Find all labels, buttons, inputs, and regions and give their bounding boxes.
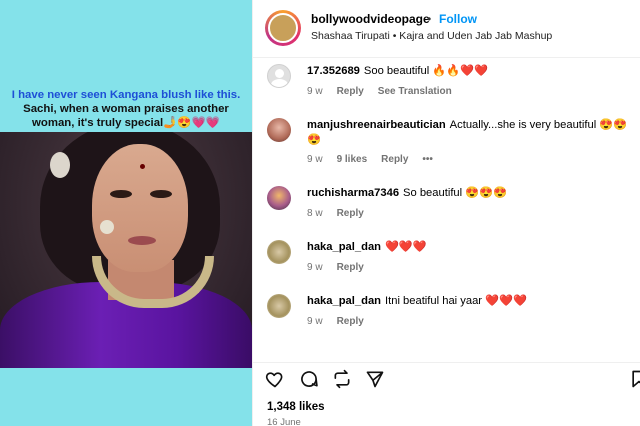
reply-button[interactable]: Reply (381, 154, 408, 165)
default-avatar[interactable] (267, 64, 291, 88)
bindi (140, 164, 145, 169)
comment-likes[interactable]: 9 likes (337, 154, 368, 165)
hair-flower (50, 152, 70, 178)
comment-body: 17.352689 Soo beautiful 🔥🔥❤️❤️ (307, 64, 633, 79)
author-avatar[interactable] (265, 10, 301, 46)
post-actions (253, 362, 640, 390)
author-avatar-image (268, 13, 298, 43)
post-header: bollywoodvideopage • Follow Shashaa Tiru… (253, 0, 640, 58)
comment-time[interactable]: 9 w (307, 86, 323, 97)
right-eye (150, 190, 172, 198)
follow-button[interactable]: Follow (439, 12, 477, 26)
comment-username[interactable]: haka_pal_dan (307, 295, 381, 307)
comment-username[interactable]: manjushreenairbeautician (307, 119, 446, 131)
commenter-avatar[interactable] (267, 294, 291, 318)
post-date: 16 June (267, 417, 301, 426)
reply-button[interactable]: Reply (337, 262, 364, 273)
comment-time[interactable]: 9 w (307, 316, 323, 327)
comment-username[interactable]: 17.352689 (307, 65, 360, 77)
header-separator: • (427, 12, 432, 26)
post-viewer: I have never seen Kangana blush like thi… (0, 0, 640, 426)
face-shape (92, 144, 188, 272)
comment-meta: 9 w 9 likes Reply ••• (307, 154, 447, 165)
comment-body: ruchisharma7346 So beautiful 😍😍😍 (307, 186, 633, 201)
comment-meta: 9 w Reply (307, 316, 378, 327)
audio-track-link[interactable]: Shashaa Tirupati • Kajra and Uden Jab Ja… (311, 30, 552, 42)
video-caption: I have never seen Kangana blush like thi… (0, 88, 252, 130)
comment-text: Itni beatiful hai yaar ❤️❤️❤️ (385, 295, 527, 307)
comment-username[interactable]: haka_pal_dan (307, 241, 381, 253)
comment-time[interactable]: 8 w (307, 208, 323, 219)
comment-icon[interactable] (299, 369, 319, 389)
caption-line-2: Sachi, when a woman praises another (23, 103, 229, 115)
share-icon[interactable] (332, 369, 352, 389)
commenter-avatar[interactable] (267, 118, 291, 142)
comments-panel: bollywoodvideopage • Follow Shashaa Tiru… (252, 0, 640, 426)
commenter-avatar[interactable] (267, 186, 291, 210)
heart-icon[interactable] (265, 369, 285, 389)
video-frame (0, 132, 252, 368)
comment-text: Soo beautiful 🔥🔥❤️❤️ (363, 65, 489, 77)
comment-body: haka_pal_dan Itni beatiful hai yaar ❤️❤️❤… (307, 294, 633, 309)
reply-button[interactable]: Reply (337, 86, 364, 97)
comment-body: haka_pal_dan ❤️❤️❤️ (307, 240, 633, 255)
more-options-button[interactable]: ••• (422, 154, 433, 165)
comment-meta: 8 w Reply (307, 208, 378, 219)
comment-meta: 9 w Reply (307, 262, 378, 273)
comment-time[interactable]: 9 w (307, 154, 323, 165)
bookmark-icon[interactable] (629, 369, 640, 389)
comment-body: manjushreenairbeautician Actually...she i… (307, 118, 633, 148)
reply-button[interactable]: Reply (337, 208, 364, 219)
comment-text: ❤️❤️❤️ (385, 241, 427, 253)
lips (128, 236, 156, 245)
commenter-avatar[interactable] (267, 240, 291, 264)
see-translation-button[interactable]: See Translation (378, 86, 452, 97)
comment-time[interactable]: 9 w (307, 262, 323, 273)
reply-button[interactable]: Reply (337, 316, 364, 327)
comment-username[interactable]: ruchisharma7346 (307, 187, 399, 199)
likes-count[interactable]: 1,348 likes (267, 401, 325, 413)
post-media[interactable]: I have never seen Kangana blush like thi… (0, 0, 252, 426)
comment-meta: 9 w Reply See Translation (307, 86, 466, 97)
caption-line-1: I have never seen Kangana blush like thi… (11, 89, 241, 101)
send-icon[interactable] (365, 369, 385, 389)
comment-text: So beautiful 😍😍😍 (403, 187, 508, 199)
earring (100, 220, 114, 234)
author-username[interactable]: bollywoodvideopage (311, 12, 430, 26)
left-eye (110, 190, 132, 198)
caption-line-3: woman, it's truly special🤳😍💗💗 (32, 117, 220, 129)
